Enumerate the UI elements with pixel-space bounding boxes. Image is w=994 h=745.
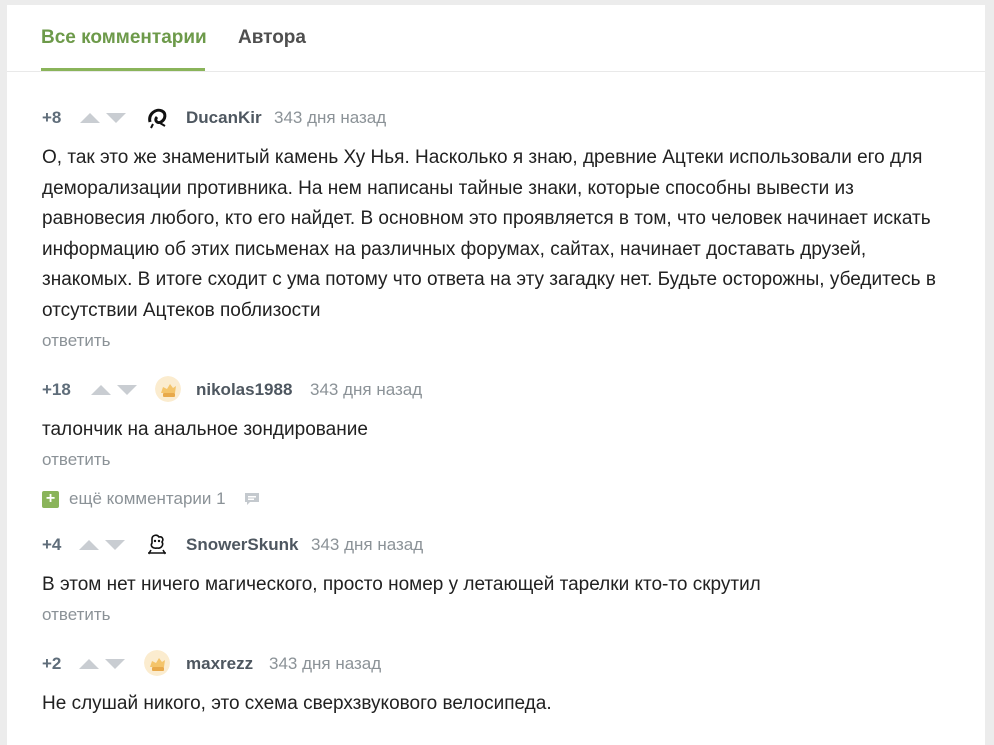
reply-button[interactable]: ответить [42, 605, 957, 625]
comment-text: О, так это же знаменитый камень Ху Нья. … [42, 147, 936, 321]
comment-rating: +4 [42, 535, 62, 554]
comment: +4 SnowerSkunk 343 дня назад В этом нет … [42, 531, 957, 625]
downvote-icon[interactable] [106, 113, 126, 123]
comments-panel: Все комментарии Автора +8 DucanKir 343 д… [7, 5, 985, 745]
downvote-icon[interactable] [105, 540, 125, 550]
reply-button[interactable]: ответить [42, 331, 957, 351]
comment-time[interactable]: 343 дня назад [310, 380, 422, 400]
comment-username[interactable]: SnowerSkunk [186, 535, 298, 555]
comment-text: Не слушай никого, это схема сверхзвуково… [42, 693, 552, 714]
avatar[interactable] [144, 104, 170, 130]
comment-username[interactable]: nikolas1988 [196, 380, 292, 400]
comment-header: +2 maxrezz 343 дня назад [42, 650, 957, 676]
comment-rating: +18 [42, 380, 71, 399]
active-tab-indicator [41, 68, 205, 71]
avatar-image-icon [145, 105, 169, 129]
speech-bubble-icon [245, 493, 259, 505]
default-avatar-icon [155, 376, 181, 402]
avatar[interactable] [144, 650, 170, 676]
avatar[interactable] [144, 531, 170, 557]
upvote-icon[interactable] [80, 113, 100, 123]
comment-username[interactable]: maxrezz [186, 654, 253, 674]
skunk-avatar-icon [145, 532, 169, 556]
plus-icon[interactable]: + [42, 491, 59, 508]
reply-button[interactable]: ответить [42, 450, 957, 470]
comment-username[interactable]: DucanKir [186, 108, 262, 128]
downvote-icon[interactable] [117, 385, 137, 395]
comment-header: +8 DucanKir 343 дня назад [42, 104, 957, 130]
comment-rating: +2 [42, 654, 62, 673]
comment-text: талончик на анальное зондирование [42, 419, 368, 440]
upvote-icon[interactable] [91, 385, 111, 395]
comment-tabs: Все комментарии Автора [7, 5, 985, 72]
comment-time[interactable]: 343 дня назад [269, 654, 381, 674]
comment: +2 maxrezz 343 дня назад Не слушай никог… [42, 650, 957, 720]
upvote-icon[interactable] [79, 540, 99, 550]
tab-author[interactable]: Автора [238, 27, 306, 49]
comment: +8 DucanKir 343 дня назад О, так это же … [42, 104, 957, 351]
tab-all-comments[interactable]: Все комментарии [41, 27, 207, 49]
downvote-icon[interactable] [105, 659, 125, 669]
upvote-icon[interactable] [79, 659, 99, 669]
comment-time[interactable]: 343 дня назад [274, 108, 386, 128]
comment-rating: +8 [42, 108, 62, 127]
comment-header: +4 SnowerSkunk 343 дня назад [42, 531, 957, 557]
comment-time[interactable]: 343 дня назад [311, 535, 423, 555]
default-avatar-icon [144, 650, 170, 676]
comment-header: +18 nikolas1988 343 дня назад [42, 376, 957, 402]
comment-text: В этом нет ничего магического, просто но… [42, 574, 761, 595]
avatar[interactable] [155, 376, 181, 402]
more-comments-link[interactable]: ещё комментарии 1 [69, 489, 226, 509]
comment: +18 nikolas1988 343 дня назад талончик н… [42, 376, 957, 470]
